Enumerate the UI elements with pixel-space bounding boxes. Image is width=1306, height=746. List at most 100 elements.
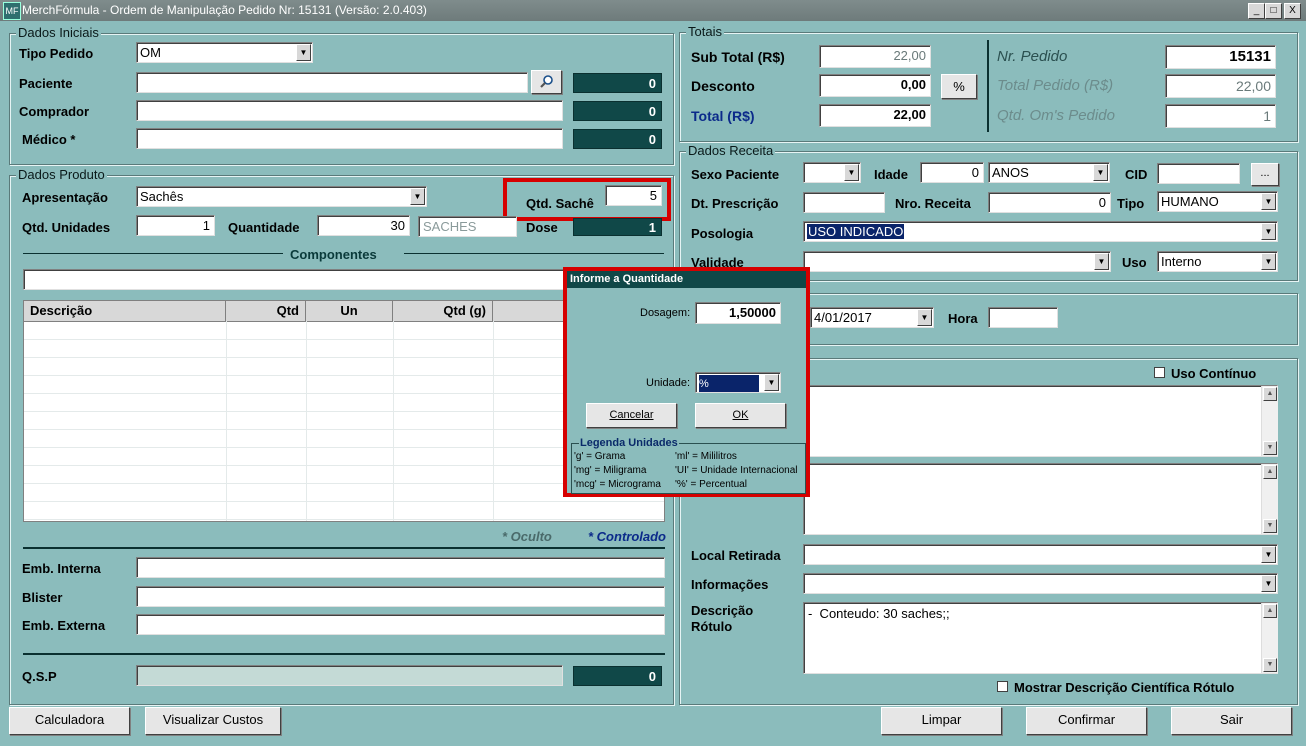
- uso-select[interactable]: Interno ▼: [1157, 251, 1278, 272]
- calculadora-button[interactable]: Calculadora: [9, 707, 130, 735]
- informe-quantidade-dialog[interactable]: Informe a Quantidade Dosagem: 1,50000 Un…: [563, 267, 810, 497]
- medico-count: 0: [573, 129, 662, 149]
- emb-externa-input[interactable]: [136, 614, 665, 635]
- qsp-count: 0: [573, 666, 662, 686]
- apresentacao-select[interactable]: Sachês ▼: [136, 186, 427, 207]
- scrollbar-3[interactable]: ▲ ▼: [1261, 603, 1278, 673]
- chevron-down-icon[interactable]: ▼: [1094, 253, 1109, 270]
- descricao-rotulo-label-1: Descrição: [691, 603, 754, 618]
- chevron-down-icon[interactable]: ▼: [1261, 253, 1276, 270]
- emb-externa-label: Emb. Externa: [22, 618, 106, 633]
- chevron-down-icon[interactable]: ▼: [1261, 193, 1276, 210]
- mostrar-descricao-checkbox[interactable]: [997, 681, 1008, 692]
- cid-input[interactable]: [1157, 163, 1240, 184]
- scroll-down-icon[interactable]: ▼: [1263, 441, 1277, 455]
- uso-continuo-checkbox[interactable]: [1154, 367, 1165, 378]
- desconto-input[interactable]: 0,00: [819, 74, 931, 97]
- totais-divider: [987, 40, 989, 132]
- col-descricao[interactable]: Descrição: [24, 301, 226, 321]
- col-qtd[interactable]: Qtd: [226, 301, 306, 321]
- local-retirada-select[interactable]: ▼: [803, 544, 1278, 565]
- table-row-line: [24, 501, 664, 502]
- scroll-down-icon[interactable]: ▼: [1263, 658, 1277, 672]
- app-icon[interactable]: MF: [3, 2, 21, 20]
- medico-input[interactable]: [136, 128, 563, 149]
- total-pedido-label: Total Pedido (R$): [997, 77, 1114, 94]
- emb-interna-input[interactable]: [136, 557, 665, 578]
- validade-select[interactable]: ▼: [803, 251, 1111, 272]
- chevron-down-icon[interactable]: ▼: [917, 309, 932, 326]
- qtd-sache-label: Qtd. Sachê: [526, 196, 594, 211]
- dt-prescricao-label: Dt. Prescrição: [691, 196, 779, 211]
- hora-input[interactable]: [988, 307, 1058, 328]
- idade-input[interactable]: 0: [920, 162, 984, 183]
- scroll-down-icon[interactable]: ▼: [1263, 519, 1277, 533]
- cancelar-button[interactable]: Cancelar: [586, 403, 677, 428]
- cid-label: CID: [1125, 167, 1148, 182]
- local-retirada-label: Local Retirada: [691, 548, 781, 563]
- close-button[interactable]: X: [1284, 3, 1301, 19]
- dosagem-input[interactable]: 1,50000: [695, 302, 781, 324]
- componentes-label: Componentes: [290, 247, 377, 262]
- nro-receita-input[interactable]: 0: [988, 192, 1111, 213]
- posologia-label: Posologia: [691, 226, 754, 241]
- ok-button[interactable]: OK: [695, 403, 786, 428]
- desconto-label: Desconto: [691, 78, 755, 94]
- blister-label: Blister: [22, 590, 63, 605]
- chevron-down-icon[interactable]: ▼: [296, 44, 311, 61]
- chevron-down-icon[interactable]: ▼: [1261, 575, 1276, 592]
- unidade-label: Unidade:: [646, 377, 691, 389]
- data-entrega-select[interactable]: 4/01/2017 ▼: [810, 307, 934, 328]
- observacao-textarea-1[interactable]: [803, 385, 1278, 457]
- scroll-up-icon[interactable]: ▲: [1263, 465, 1277, 479]
- comprador-input[interactable]: [136, 100, 563, 121]
- tipo-select[interactable]: HUMANO ▼: [1157, 191, 1278, 212]
- chevron-down-icon[interactable]: ▼: [844, 164, 859, 181]
- paciente-label: Paciente: [19, 76, 73, 91]
- cid-lookup-button[interactable]: ...: [1251, 163, 1279, 186]
- window-titlebar[interactable]: MF MerchFórmula - Ordem de Manipulação P…: [0, 0, 1306, 21]
- descricao-rotulo-textarea[interactable]: - Conteudo: 30 saches;;: [803, 602, 1278, 674]
- chevron-down-icon[interactable]: ▼: [1093, 164, 1108, 181]
- sair-button[interactable]: Sair: [1171, 707, 1292, 735]
- informacoes-select[interactable]: ▼: [803, 573, 1278, 594]
- scrollbar-1[interactable]: ▲ ▼: [1261, 386, 1278, 456]
- qsp-input[interactable]: [136, 665, 563, 686]
- percent-button[interactable]: %: [941, 74, 977, 99]
- chevron-down-icon[interactable]: ▼: [1261, 223, 1276, 240]
- minimize-button[interactable]: _: [1248, 3, 1265, 19]
- legend-percent: '%' = Percentual: [675, 479, 747, 490]
- unidade-select[interactable]: % ▼: [695, 372, 781, 393]
- hora-label: Hora: [948, 311, 978, 326]
- scrollbar-2[interactable]: ▲ ▼: [1261, 464, 1278, 534]
- chevron-down-icon[interactable]: ▼: [764, 374, 779, 391]
- idade-unit-select[interactable]: ANOS ▼: [988, 162, 1110, 183]
- embalagem-divider: [23, 547, 665, 549]
- scroll-up-icon[interactable]: ▲: [1263, 604, 1277, 618]
- chevron-down-icon[interactable]: ▼: [410, 188, 425, 205]
- limpar-button[interactable]: Limpar: [881, 707, 1002, 735]
- sexo-paciente-select[interactable]: ▼: [803, 162, 861, 183]
- qtd-unidades-input[interactable]: 1: [136, 215, 215, 236]
- qsp-divider: [23, 653, 665, 655]
- paciente-input[interactable]: [136, 72, 528, 93]
- table-col-line: [493, 321, 494, 521]
- tipo-pedido-select[interactable]: OM ▼: [136, 42, 313, 63]
- tipo-value: HUMANO: [1161, 194, 1219, 209]
- col-un[interactable]: Un: [306, 301, 393, 321]
- chevron-down-icon[interactable]: ▼: [1261, 546, 1276, 563]
- search-paciente-button[interactable]: [531, 70, 562, 94]
- quantidade-input[interactable]: 30: [317, 215, 410, 236]
- dados-receita-title: Dados Receita: [686, 143, 776, 158]
- blister-input[interactable]: [136, 586, 665, 607]
- visualizar-custos-button[interactable]: Visualizar Custos: [145, 707, 281, 735]
- qtd-sache-input[interactable]: 5: [605, 185, 662, 206]
- maximize-button[interactable]: □: [1265, 3, 1282, 19]
- componentes-divider-right: [404, 253, 664, 254]
- posologia-select[interactable]: USO INDICADO ▼: [803, 221, 1278, 242]
- dt-prescricao-input[interactable]: [803, 192, 885, 213]
- confirmar-button[interactable]: Confirmar: [1026, 707, 1147, 735]
- observacao-textarea-2[interactable]: [803, 463, 1278, 535]
- scroll-up-icon[interactable]: ▲: [1263, 387, 1277, 401]
- col-qtd-g[interactable]: Qtd (g): [393, 301, 493, 321]
